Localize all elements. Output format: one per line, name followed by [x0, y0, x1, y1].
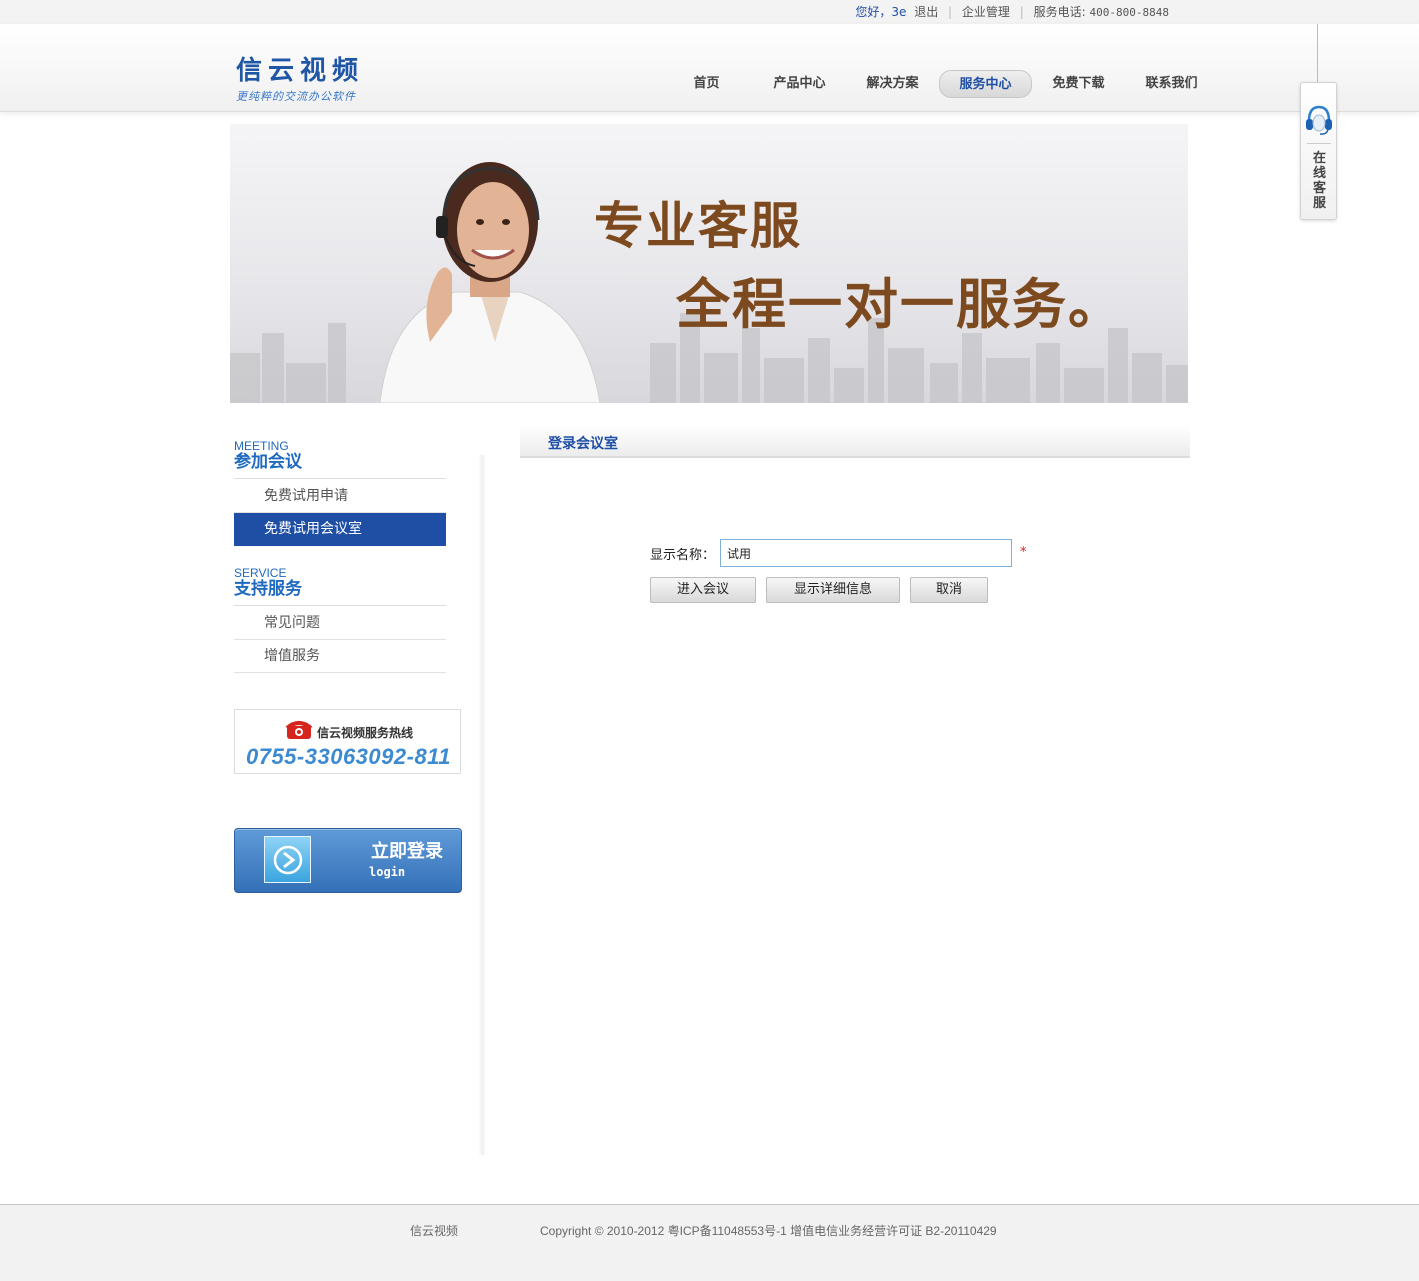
online-service-char: 在 — [1312, 151, 1326, 166]
nav-item-contact[interactable]: 联系我们 — [1125, 70, 1218, 98]
sidebar-group-title: 参加会议 — [234, 452, 302, 472]
site-header: 信云视频 更纯粹的交流办公软件 首页 产品中心 解决方案 服务中心 免费下载 联… — [0, 24, 1419, 112]
logo-title: 信云视频 — [236, 56, 365, 86]
sidebar-item-free-trial-apply[interactable]: 免费试用申请 — [234, 480, 446, 513]
headset-icon — [1306, 105, 1332, 135]
login-title: 立即登录 — [371, 841, 443, 862]
hero-banner: 专业客服 全程一对一服务。 — [230, 124, 1188, 403]
sidebar-group-meeting: MEETING 参加会议 — [234, 440, 446, 479]
phone-label: 服务电话: — [1033, 5, 1086, 19]
login-subtitle: login — [369, 865, 406, 879]
sidebar-group-title: 支持服务 — [234, 579, 302, 599]
top-utility-links: 您好，3e 退出 | 企业管理 | 服务电话: 400-800-8848 — [855, 3, 1169, 20]
sidebar-group-service: SERVICE 支持服务 — [234, 567, 446, 606]
online-service-char: 线 — [1312, 166, 1326, 181]
logo-subtitle: 更纯粹的交流办公软件 — [236, 90, 356, 103]
phone-icon — [285, 721, 313, 739]
site-footer: 信云视频 Copyright © 2010-2012 粤ICP备11048553… — [0, 1204, 1419, 1281]
online-service-label: 在 线 客 服 — [1301, 151, 1338, 211]
online-service-char: 客 — [1312, 181, 1326, 196]
sidebar-group-en: SERVICE — [234, 566, 287, 580]
display-name-input[interactable] — [720, 539, 1012, 567]
login-icon-box — [264, 836, 311, 883]
nav-item-products[interactable]: 产品中心 — [753, 70, 846, 98]
online-service-tab[interactable]: 在 线 客 服 — [1300, 82, 1337, 220]
cancel-button[interactable]: 取消 — [910, 577, 988, 603]
display-name-label: 显示名称： — [650, 548, 716, 563]
show-details-button[interactable]: 显示详细信息 — [766, 577, 900, 603]
nav-item-download[interactable]: 免费下载 — [1032, 70, 1125, 98]
sidebar-item-free-trial-room[interactable]: 免费试用会议室 — [234, 513, 446, 546]
required-mark: * — [1020, 545, 1027, 560]
top-utility-bar: 您好，3e 退出 | 企业管理 | 服务电话: 400-800-8848 — [0, 0, 1419, 24]
online-service-char: 服 — [1312, 196, 1326, 211]
customer-service-agent-image — [379, 162, 601, 403]
phone-number: 400-800-8848 — [1089, 6, 1169, 19]
logo[interactable]: 信云视频 更纯粹的交流办公软件 — [236, 50, 364, 104]
nav-item-solutions[interactable]: 解决方案 — [846, 70, 939, 98]
greeting-text: 您好，3e — [855, 5, 907, 19]
sidebar-divider-shadow — [478, 455, 486, 1155]
page-title: 登录会议室 — [548, 436, 618, 452]
banner-subheadline: 全程一对一服务。 — [676, 272, 1124, 336]
logout-link[interactable]: 退出 — [914, 5, 938, 19]
hotline-label: 信云视频服务热线 — [317, 726, 414, 740]
footer-brand: 信云视频 — [410, 1224, 459, 1238]
arrow-right-icon — [273, 845, 303, 875]
nav-item-home[interactable]: 首页 — [660, 70, 753, 98]
enterprise-admin-link[interactable]: 企业管理 — [962, 5, 1010, 19]
divider: | — [1019, 5, 1024, 19]
float-hanger-line — [1317, 24, 1318, 90]
hotline-number: 0755-33063092-811 — [245, 744, 452, 769]
sidebar-item-faq[interactable]: 常见问题 — [234, 607, 446, 640]
divider — [1307, 143, 1331, 144]
sidebar-item-value-added[interactable]: 增值服务 — [234, 640, 446, 673]
footer-copyright: Copyright © 2010-2012 粤ICP备11048553号-1 增… — [540, 1224, 997, 1238]
nav-item-service[interactable]: 服务中心 — [939, 70, 1032, 98]
main-nav: 首页 产品中心 解决方案 服务中心 免费下载 联系我们 — [660, 70, 1218, 98]
banner-headline: 专业客服 — [594, 196, 802, 255]
enter-meeting-button[interactable]: 进入会议 — [650, 577, 756, 603]
login-now-button[interactable]: 立即登录 login — [234, 828, 462, 893]
sidebar-group-en: MEETING — [234, 439, 289, 453]
divider: | — [948, 5, 953, 19]
hotline-box: 信云视频服务热线 0755-33063092-811 — [234, 709, 461, 774]
content-header: 登录会议室 — [520, 425, 1190, 458]
